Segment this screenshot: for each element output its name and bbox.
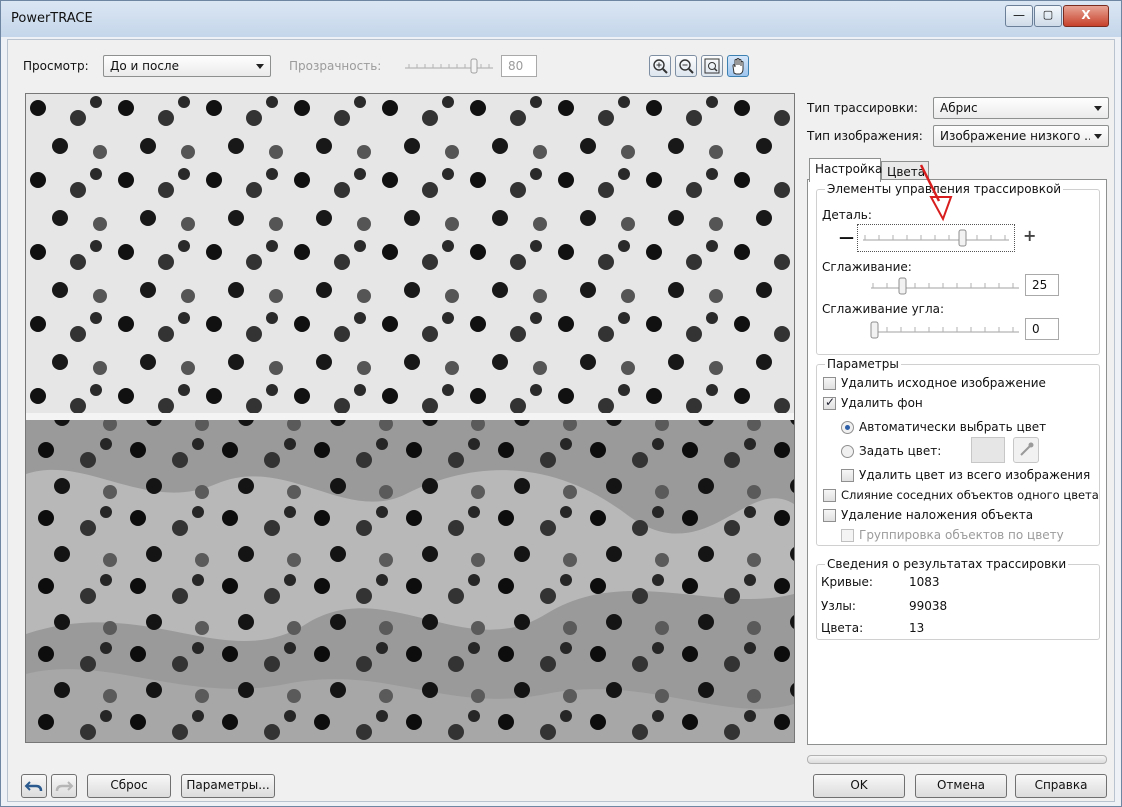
view-label: Просмотр: — [23, 59, 89, 73]
fit-icon — [704, 58, 720, 74]
image-type-select[interactable]: Изображение низкого ... — [933, 125, 1109, 147]
nodes-value: 99038 — [909, 599, 948, 613]
transparency-label: Прозрачность: — [289, 59, 382, 73]
minimize-button[interactable]: — — [1005, 5, 1033, 27]
image-type-label: Тип изображения: — [807, 129, 923, 143]
chevron-down-icon — [1094, 106, 1102, 111]
preview-images — [26, 94, 794, 742]
remove-color-all-label: Удалить цвет из всего изображения — [859, 468, 1091, 482]
transparency-value[interactable]: 80 — [501, 55, 537, 77]
smoothing-slider[interactable] — [867, 274, 1023, 296]
curves-value: 1083 — [909, 575, 940, 589]
merge-adjacent-label: Слияние соседних объектов одного цвета — [841, 488, 1099, 502]
set-color-label: Задать цвет: — [859, 444, 942, 458]
preview-pane[interactable] — [25, 93, 795, 743]
auto-color-label: Автоматически выбрать цвет — [859, 420, 1047, 434]
smoothing-value[interactable]: 25 — [1025, 274, 1059, 296]
close-button[interactable]: X — [1063, 5, 1109, 27]
zoom-out-icon — [679, 59, 694, 74]
chevron-down-icon — [256, 64, 264, 69]
powertrace-window: PowerTRACE — ▢ X Просмотр: До и после Пр… — [0, 0, 1122, 807]
trace-type-label: Тип трассировки: — [807, 101, 918, 115]
options-button[interactable]: Параметры... — [181, 774, 275, 798]
trace-progress-bar — [807, 755, 1107, 764]
undo-icon — [24, 781, 43, 792]
zoom-in-icon — [653, 59, 668, 74]
remove-original-checkbox[interactable] — [823, 377, 836, 390]
trace-type-value: Абрис — [940, 101, 978, 115]
close-icon: X — [1081, 8, 1091, 22]
merge-adjacent-checkbox[interactable] — [823, 489, 836, 502]
detail-slider[interactable] — [859, 226, 1013, 250]
window-title: PowerTRACE — [11, 11, 93, 26]
undo-button[interactable] — [21, 774, 47, 798]
help-button[interactable]: Справка — [1015, 774, 1107, 798]
parameters-group: Параметры Удалить исходное изображение У… — [816, 357, 1100, 546]
parameters-title: Параметры — [825, 357, 901, 371]
minus-icon[interactable]: — — [839, 228, 854, 246]
zoom-fit-button[interactable] — [701, 55, 723, 77]
group-by-color-label: Группировка объектов по цвету — [859, 528, 1064, 542]
remove-original-label: Удалить исходное изображение — [841, 376, 1046, 390]
hand-pan-icon — [732, 58, 744, 75]
corner-smoothing-slider[interactable] — [867, 318, 1023, 340]
zoom-in-button[interactable] — [649, 55, 671, 77]
redo-icon — [55, 781, 74, 792]
reset-button[interactable]: Сброс — [87, 774, 171, 798]
eyedropper-button[interactable] — [1013, 437, 1039, 463]
colors-label: Цвета: — [821, 621, 864, 635]
tab-settings[interactable]: Настройка — [809, 158, 883, 182]
image-type-value: Изображение низкого ... — [940, 129, 1090, 143]
view-mode-select[interactable]: До и после — [103, 55, 271, 77]
remove-background-label: Удалить фон — [841, 396, 923, 410]
tab-settings-label: Настройка — [815, 162, 883, 176]
nodes-label: Узлы: — [821, 599, 856, 613]
pan-button[interactable] — [727, 55, 749, 77]
curves-label: Кривые: — [821, 575, 873, 589]
plus-icon[interactable]: + — [1023, 226, 1036, 245]
maximize-icon: ▢ — [1042, 8, 1054, 21]
detail-slider-thumb[interactable] — [958, 229, 967, 247]
color-swatch[interactable] — [971, 437, 1005, 463]
remove-overlap-label: Удаление наложения объекта — [841, 508, 1034, 522]
maximize-button[interactable]: ▢ — [1034, 5, 1062, 27]
cancel-button[interactable]: Отмена — [915, 774, 1007, 798]
remove-overlap-checkbox[interactable] — [823, 509, 836, 522]
trace-type-select[interactable]: Абрис — [933, 97, 1109, 119]
title-bar[interactable]: PowerTRACE — ▢ X — [1, 1, 1121, 37]
view-mode-value: До и после — [110, 59, 179, 73]
corner-smoothing-label: Сглаживание угла: — [822, 302, 945, 316]
set-color-radio[interactable] — [841, 445, 854, 458]
colors-value: 13 — [909, 621, 925, 635]
smoothing-label: Сглаживание: — [822, 260, 912, 274]
annotation-arrow-icon — [919, 164, 953, 222]
minimize-icon: — — [1013, 8, 1025, 22]
results-title: Сведения о результатах трассировки — [825, 557, 1069, 571]
results-group: Сведения о результатах трассировки Кривы… — [816, 557, 1100, 640]
auto-color-radio[interactable] — [841, 421, 854, 434]
corner-smoothing-value[interactable]: 0 — [1025, 318, 1059, 340]
settings-panel: Элементы управления трассировкой Деталь:… — [807, 179, 1107, 745]
remove-color-all-checkbox[interactable] — [841, 469, 854, 482]
transparency-slider[interactable] — [401, 55, 497, 77]
detail-label: Деталь: — [822, 208, 872, 222]
chevron-down-icon — [1094, 134, 1102, 139]
eyedropper-icon — [1020, 442, 1034, 456]
remove-background-checkbox[interactable] — [823, 395, 836, 410]
ok-button[interactable]: OK — [813, 774, 905, 798]
redo-button[interactable] — [51, 774, 77, 798]
group-by-color-checkbox[interactable] — [841, 529, 854, 542]
zoom-out-button[interactable] — [675, 55, 697, 77]
